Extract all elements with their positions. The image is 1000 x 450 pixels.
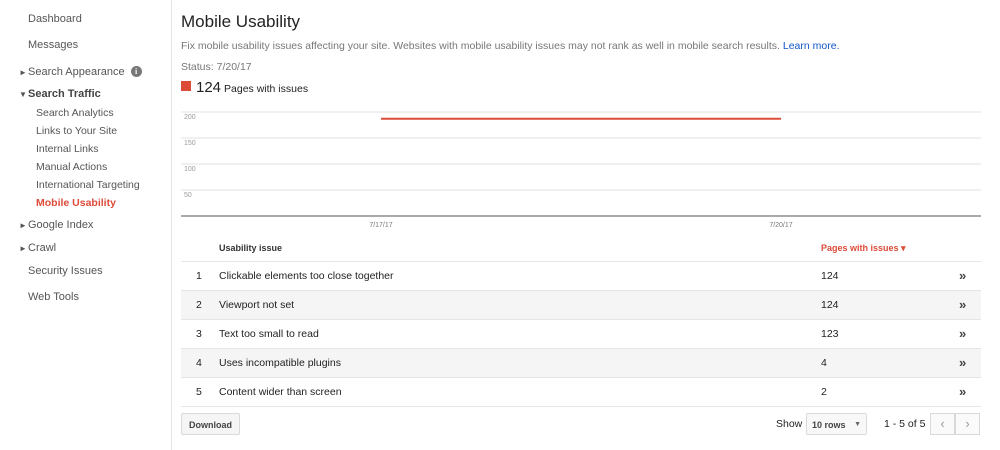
- row-number: 5: [196, 386, 202, 398]
- status-text: Status: 7/20/17: [181, 61, 252, 73]
- nav-manual-actions[interactable]: Manual Actions: [36, 161, 107, 173]
- nav-search-analytics[interactable]: Search Analytics: [36, 107, 114, 119]
- x-tick-label: 7/20/17: [769, 222, 792, 229]
- table-row[interactable]: 3 Text too small to read 123 »: [181, 320, 981, 349]
- legend-count: 124: [196, 79, 222, 96]
- nav-messages[interactable]: Messages: [28, 39, 78, 51]
- double-chevron-right-icon[interactable]: »: [959, 355, 966, 370]
- caret-right-icon: ►: [19, 68, 27, 77]
- table-header: Usability issue Pages with issues ▾: [181, 235, 981, 262]
- nav-search-traffic[interactable]: Search Traffic: [28, 88, 101, 100]
- table-footer: Download Show 10 rows ▼ 1 - 5 of 5 ‹ ›: [181, 413, 981, 437]
- row-pages: 4: [821, 357, 827, 369]
- pagination-range: 1 - 5 of 5: [884, 418, 926, 430]
- y-tick-label: 100: [184, 166, 196, 173]
- caret-down-icon: ▼: [19, 90, 27, 99]
- double-chevron-right-icon[interactable]: »: [959, 297, 966, 312]
- row-pages: 123: [821, 328, 839, 340]
- nav-international-targeting[interactable]: International Targeting: [36, 179, 140, 191]
- page-description: Fix mobile usability issues affecting yo…: [181, 40, 840, 52]
- rows-per-page-select[interactable]: 10 rows ▼: [806, 413, 867, 435]
- nav-google-index[interactable]: Google Index: [28, 219, 93, 231]
- row-pages: 124: [821, 299, 839, 311]
- nav-mobile-usability[interactable]: Mobile Usability: [36, 197, 116, 209]
- rows-per-page-value: 10 rows: [812, 420, 846, 430]
- row-issue: Text too small to read: [219, 328, 319, 340]
- nav-dashboard[interactable]: Dashboard: [28, 13, 82, 25]
- nav-crawl[interactable]: Crawl: [28, 242, 56, 254]
- row-number: 2: [196, 299, 202, 311]
- row-number: 1: [196, 270, 202, 282]
- row-issue: Viewport not set: [219, 299, 295, 311]
- double-chevron-right-icon[interactable]: »: [959, 384, 966, 399]
- table-row[interactable]: 4 Uses incompatible plugins 4 »: [181, 349, 981, 378]
- previous-page-button[interactable]: ‹: [930, 413, 955, 435]
- legend-label: Pages with issues: [224, 83, 309, 95]
- next-page-button[interactable]: ›: [955, 413, 980, 435]
- sidebar: Dashboard Messages ► Search Appearance i …: [0, 0, 172, 450]
- column-header-usability-issue: Usability issue: [219, 243, 283, 253]
- nav-web-tools[interactable]: Web Tools: [28, 291, 79, 303]
- pages-with-issues-chart: 200 150 100 50 7/17/17 7/20/17: [181, 111, 981, 229]
- row-pages: 124: [821, 270, 839, 282]
- table-row[interactable]: 2 Viewport not set 124 »: [181, 291, 981, 320]
- double-chevron-right-icon[interactable]: »: [959, 326, 966, 341]
- y-tick-label: 50: [184, 192, 192, 199]
- nav-search-appearance-label: Search Appearance: [28, 66, 125, 78]
- nav-internal-links[interactable]: Internal Links: [36, 143, 98, 155]
- table-row[interactable]: 1 Clickable elements too close together …: [181, 262, 981, 291]
- caret-right-icon: ►: [19, 244, 27, 253]
- y-tick-label: 150: [184, 140, 196, 147]
- row-issue: Content wider than screen: [219, 386, 342, 398]
- info-icon[interactable]: i: [130, 66, 142, 77]
- x-tick-label: 7/17/17: [369, 222, 392, 229]
- page-title: Mobile Usability: [181, 12, 301, 31]
- row-number: 3: [196, 328, 202, 340]
- dropdown-arrow-icon: ▼: [854, 421, 861, 428]
- show-label: Show: [776, 418, 803, 430]
- learn-more-link[interactable]: Learn more.: [783, 40, 840, 52]
- legend-swatch: [181, 81, 191, 91]
- nav-security-issues[interactable]: Security Issues: [28, 265, 103, 277]
- row-number: 4: [196, 357, 202, 369]
- y-tick-label: 200: [184, 114, 196, 121]
- chart-legend[interactable]: 124 Pages with issues: [181, 79, 308, 97]
- table-row[interactable]: 5 Content wider than screen 2 »: [181, 378, 981, 407]
- row-pages: 2: [821, 386, 827, 398]
- issues-table: Usability issue Pages with issues ▾ 1 Cl…: [181, 235, 981, 407]
- row-issue: Clickable elements too close together: [219, 270, 394, 282]
- main-content: Mobile Usability Fix mobile usability is…: [181, 0, 981, 450]
- nav-search-appearance[interactable]: Search Appearance i: [28, 66, 142, 78]
- caret-right-icon: ►: [19, 221, 27, 230]
- nav-links-to-your-site[interactable]: Links to Your Site: [36, 125, 117, 137]
- column-header-pages-with-issues[interactable]: Pages with issues ▾: [821, 243, 906, 254]
- row-issue: Uses incompatible plugins: [219, 357, 341, 369]
- double-chevron-right-icon[interactable]: »: [959, 268, 966, 283]
- download-button[interactable]: Download: [181, 413, 240, 435]
- description-text: Fix mobile usability issues affecting yo…: [181, 40, 780, 52]
